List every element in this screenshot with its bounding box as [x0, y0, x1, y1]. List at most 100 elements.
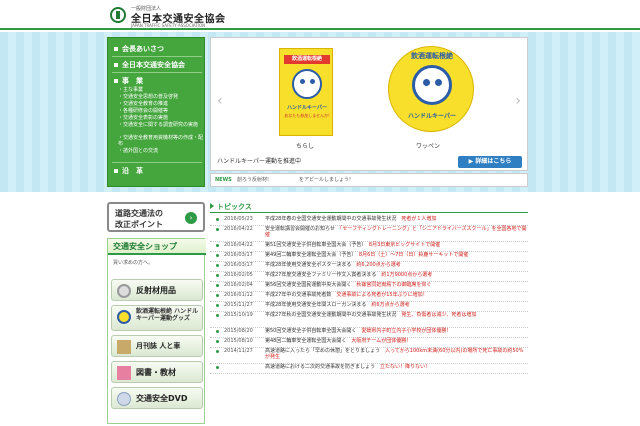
- bullet-icon: [216, 254, 219, 257]
- topic-link[interactable]: 第56回交通安全国民運動中央大会開く: [265, 282, 351, 288]
- topic-row[interactable]: 2015/08/10 第48回二輪車安全運転全国大会開く 大阪府チームが団体優勝！: [210, 338, 528, 348]
- reform-line1: 道路交通法の: [115, 209, 163, 218]
- bullet-icon: [216, 294, 219, 297]
- topic-row[interactable]: 2016/02/04 第56回交通安全国民運動中央大会開く 秋篠宮同妃両殿下の御臨…: [210, 282, 528, 292]
- topic-link[interactable]: 平成28年使用交通安全年間スローガン決まる: [265, 302, 366, 308]
- nav-item-history[interactable]: 沿 革: [114, 166, 143, 176]
- topic-date: 2016/04/22: [224, 242, 253, 248]
- nav-item-association[interactable]: 全日本交通安全協会: [114, 60, 185, 70]
- topic-link[interactable]: 平成28年使用交通安全ポスター決まる: [265, 262, 351, 268]
- nav-item-business[interactable]: 事 業: [114, 76, 143, 86]
- topic-link[interactable]: 第50回交通安全子供自転車全国大会開く: [265, 328, 356, 334]
- topic-highlight: 立たない！降りない！: [380, 364, 431, 370]
- bullet-icon: [216, 340, 219, 343]
- shop-dvd-button[interactable]: 交通安全DVD: [111, 387, 203, 409]
- topic-link[interactable]: 平成27年秋の全国交通安全運動期間中の交通事故発生状況: [265, 312, 396, 318]
- divider: [112, 72, 202, 73]
- topic-row[interactable]: 高速道路における二次的交通事故を防ぎましょう 立たない！降りない！: [210, 364, 528, 374]
- topic-row[interactable]: 2015/10/19 平成27年秋の全国交通安全運動期間中の交通事故発生状況 発生…: [210, 312, 528, 328]
- topic-date: 2015/10/19: [224, 312, 253, 318]
- shop-title[interactable]: 交通安全ショップ: [108, 239, 206, 255]
- mascot-icon: [117, 310, 131, 324]
- topic-text[interactable]: 第51回交通安全子供自転車全国大会（予告） 8月3日東京ビッグサイトで開催: [265, 242, 527, 248]
- topic-row[interactable]: 2016/05/23 平成28年春の全国交通安全運動期間中の交通事故発生状況 死者…: [210, 216, 528, 226]
- handle-keeper-flyer-image: 飲酒運転根絶 ハンドルキーパー あなたも参加しませんか!: [279, 48, 333, 136]
- topic-row[interactable]: 2015/11/27 平成28年使用交通安全年間スローガン決まる 約6万点から選考: [210, 302, 528, 312]
- mascot-face-icon: [292, 69, 322, 99]
- topic-link[interactable]: 高速道路における二次的交通事故を防ぎましょう: [265, 364, 375, 370]
- topic-highlight: 発生、負傷者は減少、死者は増加: [401, 312, 477, 318]
- nav-subitem[interactable]: ・交通安全教育用資機材等の作成・配布: [118, 135, 206, 147]
- topic-row[interactable]: 2015/08/20 第50回交通安全子供自転車全国大会開く 愛媛県内子町立内子小…: [210, 328, 528, 338]
- book-icon: [117, 366, 131, 380]
- topic-text[interactable]: 第56回交通安全国民運動中央大会開く 秋篠宮同妃両殿下の御臨席を仰ぐ: [265, 282, 527, 288]
- nav-subitem[interactable]: ・諸外国との交流: [118, 148, 206, 154]
- topic-link[interactable]: 平成27年度交通安全ファミリー作文入賞者決まる: [265, 272, 376, 278]
- shop-handle-keeper-goods-button[interactable]: 飲酒運転根絶 ハンドルキーパー運動グッズ: [111, 305, 203, 331]
- topics-section: トピックス 2016/05/23 平成28年春の全国交通安全運動期間中の交通事故発…: [210, 202, 528, 426]
- topic-date: 2016/05/23: [224, 216, 253, 222]
- topic-date: 2016/04/22: [224, 226, 253, 232]
- topic-row[interactable]: 2016/02/05 平成27年度交通安全ファミリー作文入賞者決まる 約1万900…: [210, 272, 528, 282]
- nav-item-greeting[interactable]: 会長あいさつ: [114, 44, 164, 54]
- topic-link[interactable]: 安全運転講習会開催のお知らせ: [265, 226, 335, 232]
- bullet-icon: [216, 228, 219, 231]
- topic-row[interactable]: 2016/03/17 第49回二輪車安全運転全国大会（予告） 8月6日（土）〜7日…: [210, 252, 528, 262]
- topic-text[interactable]: 安全運転講習会開催のお知らせ 「セーフティングトレーニング」と「シニアドライバー…: [265, 226, 527, 238]
- topic-text[interactable]: 高速道路に入ったら「早めの休憩」をとりましょう 入ってから100km未満(60分…: [265, 348, 527, 360]
- dvd-icon: [117, 392, 131, 406]
- topic-link[interactable]: 高速道路に入ったら「早めの休憩」をとりましょう: [265, 348, 380, 354]
- topic-link[interactable]: 平成27年中の交通事故死者数: [265, 292, 331, 298]
- law-reform-banner[interactable]: 道路交通法の 改正ポイント ›: [107, 202, 205, 232]
- hero-slider[interactable]: ‹ › 飲酒運転根絶 ハンドルキーパー あなたも参加しませんか! ちらし 飲酒運…: [210, 37, 528, 171]
- topic-text[interactable]: 高速道路における二次的交通事故を防ぎましょう 立たない！降りない！: [265, 364, 527, 370]
- news-bar[interactable]: NEWS 創ろう反射材! をアピールしましょう!: [210, 173, 528, 187]
- news-text: をアピールしましょう!: [299, 177, 352, 183]
- magazine-icon: [117, 340, 131, 354]
- topic-row[interactable]: 2016/04/22 第51回交通安全子供自転車全国大会（予告） 8月3日東京ビッ…: [210, 242, 528, 252]
- topic-text[interactable]: 平成28年使用交通安全ポスター決まる 約6,200点から選考: [265, 262, 527, 268]
- topic-text[interactable]: 平成28年春の全国交通安全運動期間中の交通事故発生状況 死者が１人増加: [265, 216, 527, 222]
- topic-row[interactable]: 2016/01/12 平成27年中の交通事故死者数 交通事故による死者が15年ぶり…: [210, 292, 528, 302]
- topic-text[interactable]: 第50回交通安全子供自転車全国大会開く 愛媛県内子町立内子小学校が団体優勝！: [265, 328, 527, 334]
- shop-magazine-button[interactable]: 月刊誌 人と車: [111, 335, 203, 357]
- topic-text[interactable]: 平成27年秋の全国交通安全運動期間中の交通事故発生状況 発生、負傷者は減少、死者…: [265, 312, 527, 318]
- bullet-icon: [216, 284, 219, 287]
- topic-row[interactable]: 2016/03/17 平成28年使用交通安全ポスター決まる 約6,200点から選考: [210, 262, 528, 272]
- mascot-face-icon: [412, 65, 452, 105]
- topic-text[interactable]: 第49回二輪車安全運転全国大会（予告） 8月6日（土）〜7日（日）鈴鹿サーキット…: [265, 252, 527, 258]
- nav-subitem[interactable]: ・各種研修会の開催等: [118, 108, 206, 114]
- topic-row[interactable]: 2014/11/27 高速道路に入ったら「早めの休憩」をとりましょう 入ってから1…: [210, 348, 528, 364]
- chevron-left-icon[interactable]: ‹: [217, 93, 223, 109]
- nav-subitem[interactable]: ・交通安全に関する調査研究の実施: [118, 122, 206, 128]
- news-headline[interactable]: 創ろう反射材!: [237, 174, 269, 186]
- triangle-icon: [210, 203, 214, 209]
- topic-row[interactable]: 2016/04/22 安全運転講習会開催のお知らせ 「セーフティングトレーニング」…: [210, 226, 528, 242]
- page: 一般財団法人 全日本交通安全協会 JAPAN TRAFFIC SAFETY AS…: [0, 0, 640, 426]
- nav-subitem[interactable]: ・交通安全思想の普及啓発: [118, 94, 206, 100]
- topic-text[interactable]: 第48回二輪車安全運転全国大会開く 大阪府チームが団体優勝！: [265, 338, 527, 344]
- handle-keeper-sticker-image: 飲酒運転根絶 ハンドルキーパー: [388, 46, 474, 132]
- topic-text[interactable]: 平成28年使用交通安全年間スローガン決まる 約6万点から選考: [265, 302, 527, 308]
- topic-text[interactable]: 平成27年中の交通事故死者数 交通事故による死者が15年ぶりに増加！: [265, 292, 527, 298]
- topic-text[interactable]: 平成27年度交通安全ファミリー作文入賞者決まる 約1万9000点から選考: [265, 272, 527, 278]
- shop-books-button[interactable]: 図書・教材: [111, 361, 203, 383]
- topic-link[interactable]: 平成28年春の全国交通安全運動期間中の交通事故発生状況: [265, 216, 396, 222]
- detail-button[interactable]: ▶ 詳細はこちら: [458, 156, 522, 168]
- topics-title: トピックス: [210, 202, 252, 212]
- logo-icon[interactable]: [110, 7, 126, 23]
- news-label: NEWS: [215, 177, 232, 183]
- topic-link[interactable]: 第51回交通安全子供自転車全国大会（予告）: [265, 242, 364, 248]
- nav-subitem[interactable]: ・交通安全表彰の実施: [118, 115, 206, 121]
- topic-link[interactable]: 第48回二輪車安全運転全国大会開く: [265, 338, 346, 344]
- topic-date: 2016/01/12: [224, 292, 253, 298]
- bullet-icon: [216, 366, 219, 369]
- divider: [210, 212, 528, 213]
- bullet-icon: [114, 63, 118, 67]
- chevron-right-icon[interactable]: ›: [515, 93, 521, 109]
- shop-reflective-goods-button[interactable]: 反射材用品: [111, 279, 203, 301]
- topic-link[interactable]: 第49回二輪車安全運転全国大会（予告）: [265, 252, 354, 258]
- topic-highlight: 死者が１人増加: [401, 216, 437, 222]
- nav-subitem[interactable]: ・交通安全教育の推進: [118, 101, 206, 107]
- nav-subitem[interactable]: ・主な事業: [118, 87, 206, 93]
